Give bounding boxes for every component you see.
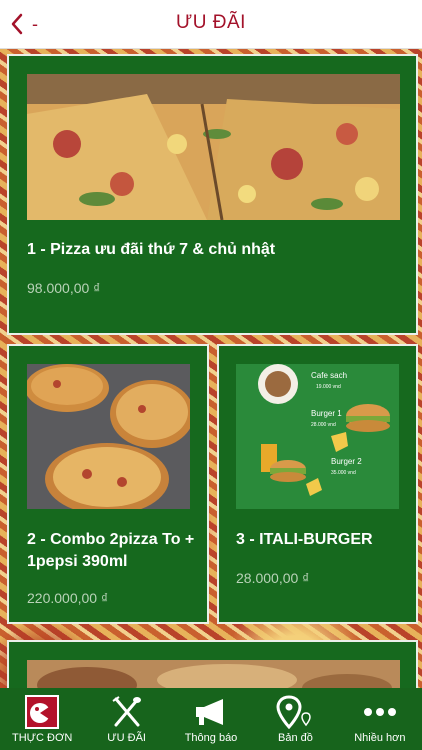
map-pin-icon (276, 695, 312, 729)
tab-label: THỰC ĐƠN (12, 732, 73, 744)
promo-name: 1 - Pizza ưu đãi thứ 7 & chủ nhật (27, 241, 276, 258)
tab-label: Bản đồ (277, 732, 313, 744)
tab-label: ƯU ĐÃI (107, 732, 146, 744)
poster-line3: Burger 2 (331, 457, 362, 466)
promo-card-3[interactable]: Cafe sach 19.000 vnd Burger 1 28.000 vnd… (217, 344, 418, 624)
burger-poster-image: Cafe sach 19.000 vnd Burger 1 28.000 vnd… (236, 364, 399, 509)
tab-menu[interactable]: THỰC ĐƠN (0, 688, 84, 750)
two-pizzas-image (27, 364, 190, 509)
tab-promotions[interactable]: ƯU ĐÃI (84, 688, 168, 750)
promo-price: 220.000,00 ₫ (27, 590, 109, 606)
pizza-slice-image (27, 74, 400, 220)
tab-more[interactable]: Nhiều hơn (338, 688, 422, 750)
more-dots-icon (363, 708, 396, 716)
promo-price: 98.000,00 ₫ (27, 280, 101, 296)
poster-line1-price: 19.000 vnd (316, 384, 341, 390)
utensils-icon (112, 696, 141, 727)
promo-card-1[interactable]: 1 - Pizza ưu đãi thứ 7 & chủ nhật 98.000… (7, 54, 418, 335)
poster-line3-price: 35.000 vnd (331, 470, 356, 476)
poster-line2-price: 28.000 vnd (311, 422, 336, 428)
tab-label: Nhiều hơn (354, 732, 406, 744)
header-bar: - ƯU ĐÃI (0, 0, 422, 49)
poster-line2: Burger 1 (311, 409, 342, 418)
promo-card-2[interactable]: 2 - Combo 2pizza To + 1pepsi 390ml 220.0… (7, 344, 209, 624)
tab-map[interactable]: Bản đồ (253, 688, 337, 750)
menu-logo-icon (25, 695, 60, 729)
promo-name: 3 - ITALI-BURGER (236, 531, 373, 548)
promo-name: 2 - Combo 2pizza To + 1pepsi 390ml (27, 531, 195, 570)
page-title: ƯU ĐÃI (176, 12, 246, 33)
tab-notifications[interactable]: Thông báo (169, 688, 253, 750)
tab-label: Thông báo (184, 732, 238, 744)
promo-price: 28.000,00 ₫ (236, 570, 310, 586)
poster-line1: Cafe sach (311, 371, 347, 380)
bottom-tab-bar: THỰC ĐƠN ƯU ĐÃI Thông báo Bản đồ Nhiều h… (0, 688, 422, 750)
megaphone-icon (196, 699, 224, 725)
